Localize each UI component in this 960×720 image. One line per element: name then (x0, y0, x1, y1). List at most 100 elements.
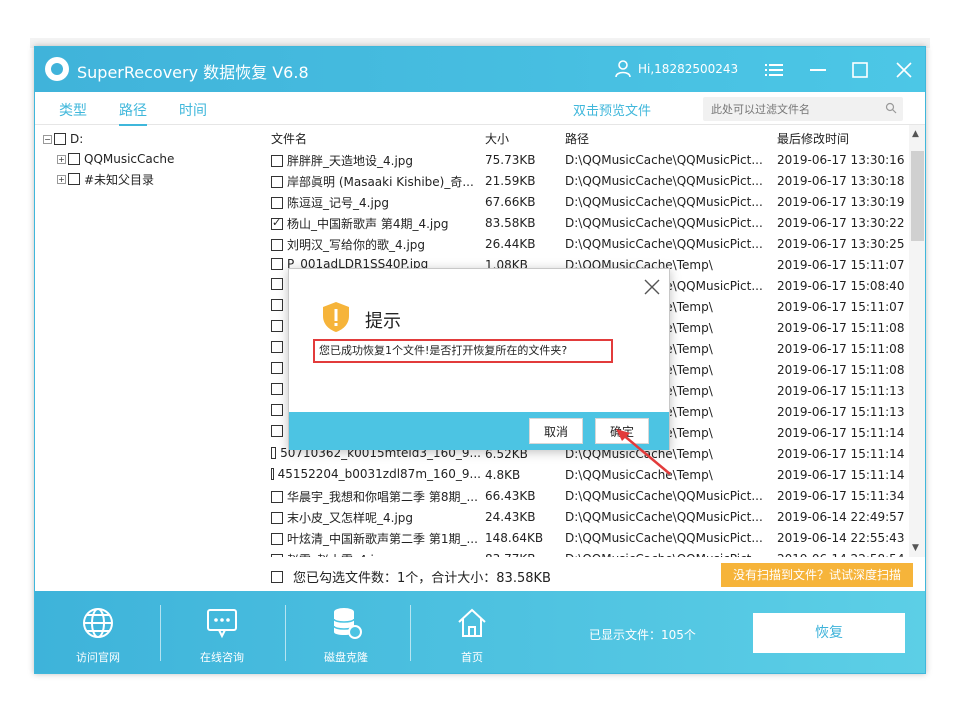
row-checkbox[interactable] (271, 320, 283, 332)
tree-item[interactable]: + #未知父目录 (43, 169, 263, 189)
row-checkbox[interactable] (271, 490, 283, 503)
row-checkbox[interactable] (271, 532, 283, 545)
file-path: D:\QQMusicCache\QQMusicPict... (565, 174, 763, 188)
row-checkbox[interactable] (271, 468, 274, 480)
dialog-close-icon[interactable] (642, 277, 662, 297)
maximize-button[interactable] (847, 57, 873, 83)
tree-checkbox[interactable] (54, 133, 66, 145)
table-row[interactable]: 胖胖胖_天造地设_4.jpg 75.73KB D:\QQMusicCache\QQM… (269, 149, 909, 170)
row-checkbox[interactable] (271, 299, 283, 311)
tab-time[interactable]: 时间 (179, 100, 207, 120)
file-name: 岸部眞明 (Masaaki Kishibe)_奇... (287, 175, 474, 189)
table-row[interactable]: 陈逗逗_记号_4.jpg 67.66KB D:\QQMusicCache\QQMus… (269, 191, 909, 212)
deep-scan-button[interactable]: 没有扫描到文件？试试深度扫描 (721, 563, 913, 587)
home-button[interactable]: 首页 (427, 605, 517, 665)
folder-tree: − D: + QQMusicCache + #未知父目录 (43, 129, 263, 189)
row-checkbox[interactable] (271, 196, 283, 209)
file-name: 刘明汉_写给你的歌_4.jpg (287, 238, 426, 252)
globe-icon (83, 608, 113, 638)
tree-item-label: #未知父目录 (84, 172, 155, 187)
tree-checkbox[interactable] (68, 153, 80, 165)
column-header-time[interactable]: 最后修改时间 (777, 130, 849, 147)
file-modified-time: 2019-06-17 15:11:14 (777, 468, 905, 482)
footer-bar: 访问官网 在线咨询 磁盘克隆 首页 已显示文件：105个 恢复 (35, 591, 925, 673)
file-size: 21.59KB (485, 174, 536, 188)
file-path: D:\QQMusicCache\QQMusicPict... (565, 489, 763, 503)
minimize-button[interactable] (805, 57, 831, 83)
file-name-cell: 陈逗逗_记号_4.jpg (271, 194, 481, 211)
tab-path[interactable]: 路径 (119, 100, 147, 126)
row-checkbox[interactable] (271, 278, 283, 290)
close-button[interactable] (891, 57, 917, 83)
table-row[interactable]: 赵雷_赵小雷_4.jpg 83.77KB D:\QQMusicCache\QQMus… (269, 548, 909, 557)
filter-input[interactable] (703, 97, 873, 121)
annotation-arrow-icon (616, 429, 671, 475)
row-checkbox[interactable] (271, 216, 283, 230)
user-greeting[interactable]: Hi,18282500243 (638, 62, 738, 76)
expand-icon[interactable]: + (57, 174, 66, 184)
file-modified-time: 2019-06-17 15:11:08 (777, 363, 905, 377)
file-modified-time: 2019-06-17 15:11:13 (777, 384, 905, 398)
row-checkbox[interactable] (271, 383, 283, 395)
row-checkbox[interactable] (271, 175, 283, 188)
file-size: 24.43KB (485, 510, 536, 524)
visit-website-button[interactable]: 访问官网 (53, 605, 143, 665)
scroll-thumb[interactable] (911, 151, 924, 241)
file-modified-time: 2019-06-17 13:30:16 (777, 153, 905, 167)
tree-checkbox[interactable] (68, 173, 80, 185)
row-checkbox[interactable] (271, 553, 283, 557)
table-row[interactable]: 刘明汉_写给你的歌_4.jpg 26.44KB D:\QQMusicCache\QQ… (269, 233, 909, 254)
user-icon[interactable] (615, 60, 631, 78)
file-name-cell: 末小皮_又怎样呢_4.jpg (271, 509, 481, 526)
file-name-cell: 岸部眞明 (Masaaki Kishibe)_奇... (271, 173, 481, 190)
file-modified-time: 2019-06-17 15:11:14 (777, 447, 905, 461)
online-consult-button[interactable]: 在线咨询 (177, 605, 267, 665)
file-modified-time: 2019-06-14 22:58:54 (777, 552, 904, 557)
file-name: 赵雷_赵小雷_4.jpg (287, 551, 389, 557)
select-all-checkbox[interactable] (271, 570, 283, 583)
file-modified-time: 2019-06-17 15:11:07 (777, 300, 905, 314)
footer-divider (160, 605, 161, 661)
footer-label: 磁盘克隆 (324, 651, 368, 664)
menu-button[interactable] (761, 57, 787, 83)
search-icon[interactable] (885, 102, 897, 114)
row-checkbox[interactable] (271, 425, 283, 437)
scroll-down-icon[interactable]: ▼ (912, 543, 919, 553)
table-row[interactable]: 华晨宇_我想和你唱第二季 第8期_... 66.43KB D:\QQMusicCac… (269, 485, 909, 506)
row-checkbox[interactable] (271, 258, 283, 270)
column-header-name[interactable]: 文件名 (271, 130, 307, 147)
file-name: 华晨宇_我想和你唱第二季 第8期_... (287, 490, 478, 504)
collapse-icon[interactable]: − (43, 134, 52, 144)
expand-icon[interactable]: + (57, 154, 66, 164)
tree-root[interactable]: − D: (43, 129, 263, 149)
row-checkbox[interactable] (271, 511, 283, 524)
row-checkbox[interactable] (271, 404, 283, 416)
table-row[interactable]: 岸部眞明 (Masaaki Kishibe)_奇... 21.59KB D:\QQM… (269, 170, 909, 191)
tab-type[interactable]: 类型 (59, 100, 87, 120)
table-row[interactable]: 末小皮_又怎样呢_4.jpg 24.43KB D:\QQMusicCache\QQM… (269, 506, 909, 527)
row-checkbox[interactable] (271, 238, 283, 251)
file-name: 胖胖胖_天造地设_4.jpg (287, 154, 414, 168)
table-row[interactable]: 45152204_b0031zdl87m_160_9... 4.8KB D:\QQM… (269, 464, 909, 485)
file-modified-time: 2019-06-14 22:55:43 (777, 531, 905, 545)
cancel-button[interactable]: 取消 (529, 418, 583, 444)
file-name: 叶炫清_中国新歌声第二季 第1期_... (287, 532, 478, 546)
row-checkbox[interactable] (271, 447, 277, 459)
table-row[interactable]: 叶炫清_中国新歌声第二季 第1期_... 148.64KB D:\QQMusicCa… (269, 527, 909, 548)
tree-item[interactable]: + QQMusicCache (43, 149, 263, 169)
table-scrollbar[interactable]: ▲ ▼ (909, 125, 925, 557)
scroll-up-icon[interactable]: ▲ (912, 129, 919, 139)
table-row[interactable]: 杨山_中国新歌声 第4期_4.jpg 83.58KB D:\QQMusicCache… (269, 212, 909, 233)
row-checkbox[interactable] (271, 341, 283, 353)
row-checkbox[interactable] (271, 362, 283, 374)
column-header-path[interactable]: 路径 (565, 130, 589, 147)
file-modified-time: 2019-06-14 22:49:57 (777, 510, 905, 524)
row-checkbox[interactable] (271, 154, 283, 167)
column-header-size[interactable]: 大小 (485, 130, 509, 147)
disk-clone-button[interactable]: 磁盘克隆 (301, 605, 391, 665)
recover-button[interactable]: 恢复 (753, 613, 905, 653)
file-name: 45152204_b0031zdl87m_160_9... (277, 467, 481, 481)
file-name-cell: 叶炫清_中国新歌声第二季 第1期_... (271, 530, 481, 547)
file-name-cell: 赵雷_赵小雷_4.jpg (271, 551, 481, 557)
home-icon (458, 608, 486, 637)
